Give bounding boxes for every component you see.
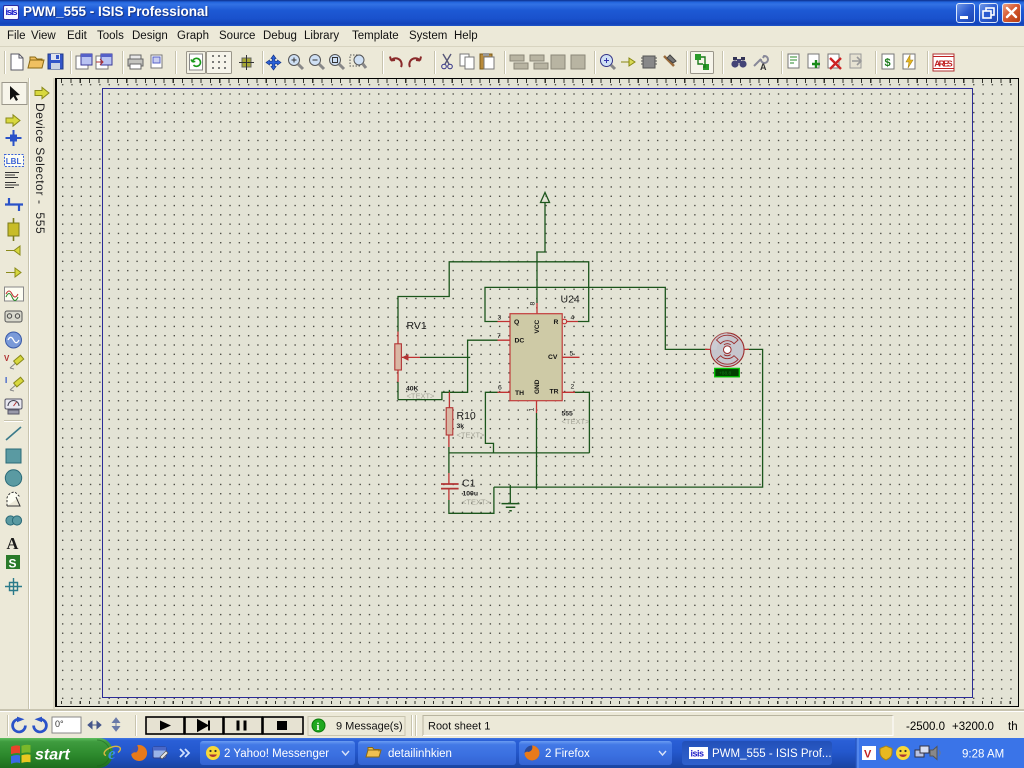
svg-text:C1: C1	[462, 478, 476, 490]
svg-text:ARES: ARES	[934, 59, 953, 69]
svg-text:A: A	[760, 62, 767, 72]
svg-text:9 Message(s): 9 Message(s)	[336, 721, 403, 733]
svg-text:<TEXT>: <TEXT>	[562, 417, 591, 426]
svg-text:Root sheet 1: Root sheet 1	[428, 721, 490, 733]
svg-text:U24: U24	[561, 294, 580, 306]
svg-text:i: i	[317, 722, 320, 733]
svg-text:3: 3	[498, 315, 502, 322]
svg-text:$: $	[885, 57, 891, 69]
svg-text:2: 2	[571, 384, 575, 391]
svg-text:1: 1	[528, 408, 535, 412]
svg-text:0°: 0°	[55, 719, 64, 729]
svg-text:RV1: RV1	[407, 320, 427, 332]
svg-text:-2500.0: -2500.0	[906, 721, 945, 733]
svg-text:LBL: LBL	[6, 157, 22, 166]
svg-text:S: S	[9, 557, 17, 571]
svg-text:CV: CV	[548, 354, 558, 361]
svg-text:detailinhkien: detailinhkien	[388, 748, 452, 760]
svg-text:<TEXT>: <TEXT>	[407, 392, 436, 401]
svg-text:3k: 3k	[457, 423, 465, 430]
svg-text:100u: 100u	[463, 491, 479, 498]
svg-text:+88.8: +88.8	[719, 371, 731, 377]
svg-text:7: 7	[497, 333, 501, 340]
svg-text:I: I	[5, 376, 7, 385]
svg-text:start: start	[35, 747, 70, 764]
svg-text:<TEXT>: <TEXT>	[462, 498, 491, 507]
svg-text:R10: R10	[457, 410, 476, 422]
svg-text:A: A	[7, 534, 19, 553]
svg-text:V: V	[4, 354, 10, 363]
svg-text:9:28 AM: 9:28 AM	[962, 749, 1004, 761]
svg-text:<TEXT>: <TEXT>	[457, 431, 486, 440]
svg-text:8: 8	[530, 302, 537, 306]
svg-text:V: V	[864, 749, 872, 761]
svg-text:+3200.0: +3200.0	[952, 721, 994, 733]
svg-text:VCC: VCC	[534, 319, 541, 333]
svg-text:6: 6	[498, 385, 502, 392]
svg-text:PWM_555 - ISIS Prof...: PWM_555 - ISIS Prof...	[712, 748, 832, 760]
svg-text:2 Firefox: 2 Firefox	[545, 748, 590, 760]
svg-text:th: th	[1008, 721, 1018, 733]
svg-text:Q: Q	[514, 319, 519, 326]
svg-text:GND: GND	[534, 379, 541, 394]
svg-text:4: 4	[571, 315, 575, 322]
svg-text:TH: TH	[515, 390, 524, 397]
svg-text:TR: TR	[550, 389, 559, 396]
svg-text:5: 5	[570, 351, 574, 358]
svg-text:2 Yahoo! Messenger: 2 Yahoo! Messenger	[224, 748, 329, 760]
svg-text:R: R	[554, 319, 559, 326]
svg-text:DC: DC	[515, 338, 525, 345]
svg-text:isis: isis	[691, 749, 705, 759]
